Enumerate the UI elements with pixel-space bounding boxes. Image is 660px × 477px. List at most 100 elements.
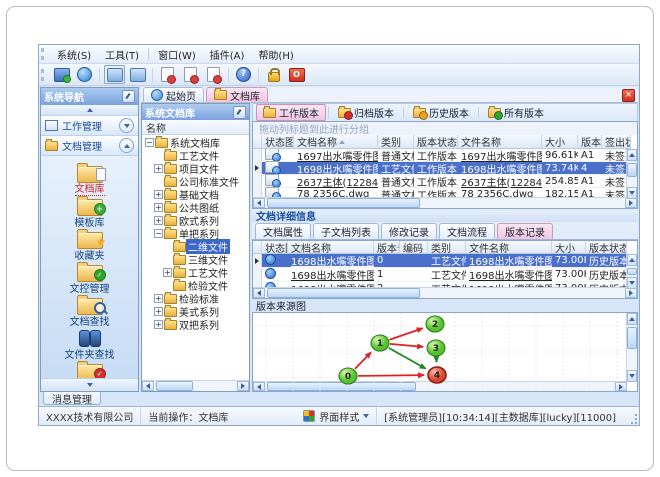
horizontal-scrollbar[interactable] [142,380,249,391]
scroll-thumb[interactable] [627,268,637,275]
toolbar-button-7[interactable] [233,65,254,84]
scroll-arrow-button[interactable] [625,288,637,298]
scroll-arrow-button[interactable] [627,254,637,266]
tree-column-header[interactable]: 名称 [142,120,249,135]
expand-icon[interactable]: + [154,216,163,225]
cell[interactable]: 78 2356C.dwg [294,189,378,198]
menu-item-4[interactable]: 帮助(H) [251,47,300,62]
table-row[interactable]: 1698出水嘴零件图.dwg0工艺文件1698出水嘴零件图.dwg73.00KB… [253,254,627,268]
expand-icon[interactable]: + [154,190,163,199]
toolbar-button-6[interactable] [203,65,224,84]
expand-icon[interactable]: + [154,294,163,303]
toolbar-button-4[interactable] [157,65,178,84]
cell[interactable]: 1698出水嘴零件图.dwg [288,254,374,268]
cell[interactable]: 2637主体(12284).dwg [294,174,378,189]
close-tab-icon[interactable] [622,89,635,102]
work-version-button[interactable]: 工作版本 [256,104,326,121]
history-version-button[interactable]: 历史版本 [406,104,476,121]
graph-node-3[interactable]: 3 [426,339,446,357]
scroll-arrow-button[interactable] [253,198,265,208]
column-header-6[interactable]: 版本号 [578,135,602,149]
toolbar-button-5[interactable] [180,65,201,84]
sidebar-group-0[interactable]: 工作管理 [41,116,138,136]
scroll-thumb[interactable] [267,288,421,298]
scroll-thumb[interactable] [267,198,421,208]
scroll-arrow-button[interactable] [237,381,249,391]
column-header-7[interactable]: 版本状态 [586,241,627,254]
menu-item-2[interactable]: 窗口(W) [151,47,203,62]
scroll-arrow-button[interactable] [625,198,637,208]
column-header-6[interactable]: 大小 [552,241,586,254]
graph-node-1[interactable]: 1 [370,334,390,352]
toolbar-button-9[interactable] [286,65,307,84]
scroll-arrow-button[interactable] [627,187,637,199]
column-header-1[interactable]: 文档名称 [294,135,378,149]
menu-item-0[interactable]: 系统(S) [50,47,98,62]
tree-node-14[interactable]: + 双把系列 [142,317,249,332]
detail-tab-3[interactable]: 文档流程 [439,223,495,239]
cell[interactable]: 1698出水嘴零件图.dwg [288,267,374,282]
column-header-0[interactable]: 状态图 [262,135,294,149]
sidebar-collapse-strip[interactable] [41,105,138,116]
column-header-5[interactable]: 大小 [542,135,578,149]
horizontal-scrollbar[interactable] [253,197,637,208]
sidebar-item-2[interactable]: 收藏夹 [44,229,136,262]
sidebar-item-1[interactable]: 模板库 [44,196,136,229]
graph-node-0[interactable]: 0 [338,367,358,385]
scroll-arrow-button[interactable] [253,288,265,298]
scroll-arrow-button[interactable] [142,381,154,391]
column-header-3[interactable]: 版本状态 [414,135,458,149]
sidebar-item-4[interactable]: 文档查找 [44,295,136,328]
menu-grip[interactable] [41,48,47,60]
cell[interactable]: 2637主体(12284).dwg [458,174,542,189]
expand-icon[interactable]: + [154,307,163,316]
expand-icon[interactable]: + [163,268,172,277]
column-header-1[interactable]: 文档名称 [288,241,374,254]
sidebar-item-5[interactable]: 文件夹查找 [44,329,136,361]
menu-item-1[interactable]: 工具(T) [98,47,146,62]
tab-message-management[interactable]: 消息管理 [43,392,101,406]
sidebar-group-1[interactable]: 文档管理 [41,136,138,156]
sidebar-item-0[interactable]: 文档库 [44,163,136,196]
detail-tab-4[interactable]: 版本记录 [497,223,553,239]
sidebar-item-3[interactable]: 文控管理 [44,262,136,295]
tab-start-page[interactable]: 起始页 [143,87,204,103]
menu-item-3[interactable]: 插件(A) [203,47,252,62]
chevron-button[interactable] [119,138,134,153]
column-header-2[interactable]: 类别 [378,135,414,149]
all-version-button[interactable]: 所有版本 [481,104,551,121]
cell[interactable]: 1698出水嘴零件图.dwg [466,267,552,282]
collapse-icon[interactable]: − [154,229,163,238]
pin-icon[interactable] [233,105,246,119]
column-header-5[interactable]: 文件名称 [466,241,552,254]
toolbar-button-8[interactable] [263,65,284,84]
detail-tab-0[interactable]: 文档属性 [255,223,311,239]
tab-document-library[interactable]: 文档库 [206,87,268,103]
interface-style-dropdown[interactable]: 界面样式 [296,407,378,425]
scroll-track[interactable] [154,381,237,391]
cell[interactable]: 1698出水嘴零件图.dwg [466,254,552,268]
column-header-4[interactable]: 文件名称 [458,135,542,149]
resize-grip[interactable] [627,409,639,423]
vertical-scrollbar[interactable] [626,149,637,199]
scroll-track[interactable] [627,161,637,187]
column-header-4[interactable]: 类别 [428,241,466,254]
sidebar-item-6[interactable]: 签出的文档 [44,361,136,378]
scroll-track[interactable] [265,288,625,298]
cell[interactable]: 78 2356C.dwg [458,189,542,198]
expand-icon[interactable]: + [154,320,163,329]
toolbar-button-0[interactable] [51,65,72,84]
detail-tab-1[interactable]: 子文档列表 [313,223,379,239]
column-header-2[interactable]: 版本号 [374,241,400,254]
chevron-button[interactable] [119,118,134,133]
toolbar-button-3[interactable] [127,65,148,84]
pin-icon[interactable] [122,90,135,103]
graph-node-4[interactable]: 4 [427,366,447,384]
table-row[interactable]: 78 2356C.dwg普通文档工作版本78 2356C.dwg182.15KB… [253,186,627,198]
horizontal-scrollbar[interactable] [253,287,637,298]
detail-tab-2[interactable]: 修改记录 [381,223,437,239]
scroll-thumb[interactable] [627,163,637,177]
column-header-3[interactable]: 编码 [400,241,428,254]
archive-version-button[interactable]: 归档版本 [331,104,401,121]
collapse-icon[interactable]: − [145,138,154,147]
